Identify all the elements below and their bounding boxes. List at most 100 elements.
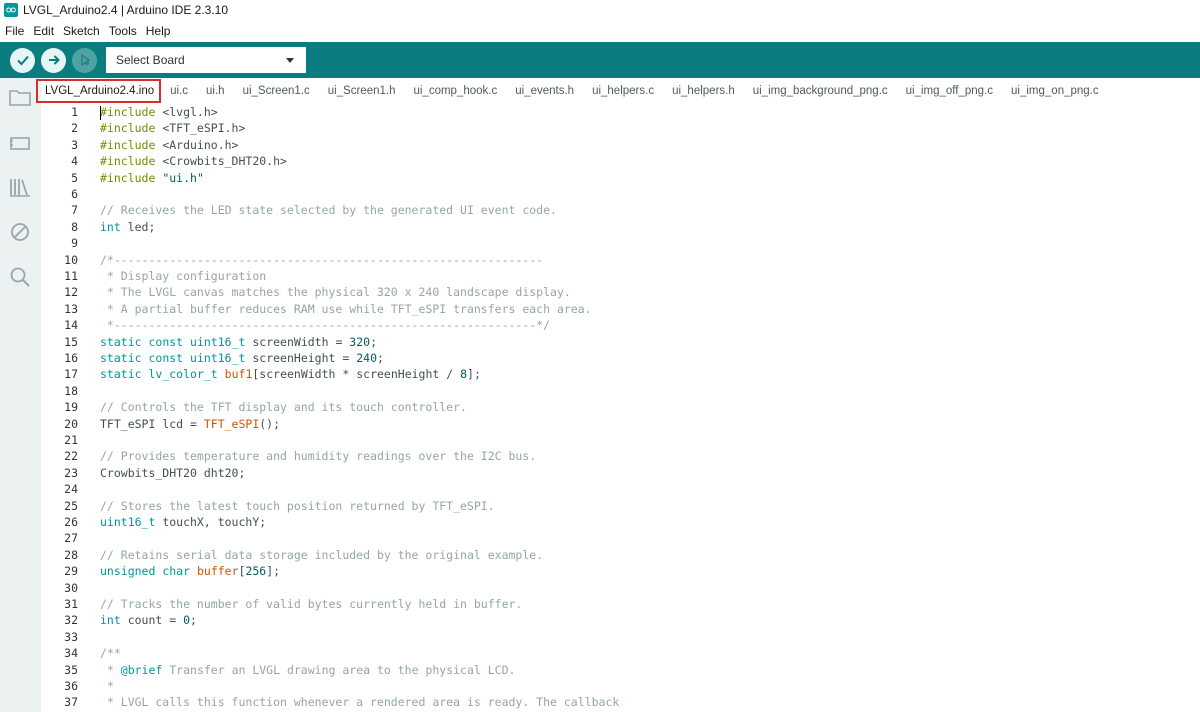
tab-ui-helpers-h[interactable]: ui_helpers.h (663, 78, 744, 104)
upload-button[interactable] (41, 47, 66, 73)
code-line[interactable]: 22 // Provides temperature and humidity r… (41, 449, 1200, 465)
code-text: * (100, 679, 114, 693)
code-line[interactable]: 34 /** (41, 646, 1200, 662)
tab-ui-img-background-png-c[interactable]: ui_img_background_png.c (744, 78, 897, 104)
toolbar: Select Board (0, 42, 1200, 78)
line-number: 25 (64, 498, 78, 513)
code-line[interactable]: 16 static const uint16_t screenHeight = 2… (41, 351, 1200, 367)
tab-ui-img-off-png-c[interactable]: ui_img_off_png.c (897, 78, 1002, 104)
code-line[interactable]: 33 (41, 630, 1200, 646)
code-line[interactable]: 4 #include <Crowbits_DHT20.h> (41, 154, 1200, 170)
board-selector-label: Select Board (116, 53, 185, 67)
line-number: 37 (64, 695, 78, 710)
tab-ui-screen1-h[interactable]: ui_Screen1.h (319, 78, 405, 104)
line-number: 10 (64, 252, 78, 267)
title-bar: LVGL_Arduino2.4 | Arduino IDE 2.3.10 (0, 0, 1200, 20)
code-line[interactable]: 8 int led; (41, 220, 1200, 236)
code-line[interactable]: 27 (41, 531, 1200, 547)
line-number: 13 (64, 301, 78, 316)
code-line[interactable]: 25 // Stores the latest touch position re… (41, 499, 1200, 515)
code-line[interactable]: 6 (41, 187, 1200, 203)
code-line[interactable]: 18 (41, 384, 1200, 400)
debug-button[interactable] (72, 47, 97, 73)
code-line[interactable]: 11 * Display configuration (41, 269, 1200, 285)
code-line[interactable]: 24 (41, 482, 1200, 498)
tab-ui-img-on-png-c[interactable]: ui_img_on_png.c (1002, 78, 1108, 104)
code-line[interactable]: 23 Crowbits_DHT20 dht20; (41, 466, 1200, 482)
code-line[interactable]: 20 TFT_eSPI lcd = TFT_eSPI(); (41, 417, 1200, 433)
code-line[interactable]: 9 (41, 236, 1200, 252)
code-line[interactable]: 5 #include "ui.h" (41, 171, 1200, 187)
menu-file[interactable]: File (5, 24, 24, 38)
tab-lvgl-arduino-ino[interactable]: LVGL_Arduino2.4.ino (36, 79, 162, 103)
code-line[interactable]: 35 * @brief Transfer an LVGL drawing are… (41, 663, 1200, 679)
code-text: * A partial buffer reduces RAM use while… (100, 301, 592, 316)
code-line[interactable]: 36 * (41, 679, 1200, 695)
tab-ui-comp-hook-c[interactable]: ui_comp_hook.c (404, 78, 506, 104)
line-number: 5 (71, 170, 78, 185)
tab-ui-screen1-c[interactable]: ui_Screen1.c (234, 78, 319, 104)
code-line[interactable]: 29 unsigned char buffer[256]; (41, 564, 1200, 580)
code-line[interactable]: 17 static lv_color_t buf1[screenWidth * s… (41, 367, 1200, 383)
code-line[interactable]: 3 #include <Arduino.h> (41, 138, 1200, 154)
block-icon[interactable] (9, 221, 31, 243)
code-text: // Retains serial data storage included … (100, 547, 544, 562)
code-text: // Provides temperature and humidity rea… (100, 449, 537, 464)
menu-bar: File Edit Sketch Tools Help (0, 20, 1200, 42)
code-text: * Display configuration (100, 269, 267, 283)
code-line[interactable]: 12 * The LVGL canvas matches the physica… (41, 285, 1200, 301)
code-text: * @brief Transfer an LVGL drawing area t… (100, 662, 516, 677)
arrow-right-icon (48, 55, 60, 65)
code-line[interactable]: 13 * A partial buffer reduces RAM use wh… (41, 302, 1200, 318)
code-text: static lv_color_t buf1[screenWidth * scr… (100, 367, 481, 382)
board-icon[interactable] (9, 132, 31, 154)
search-icon[interactable] (9, 266, 31, 288)
line-number: 15 (64, 334, 78, 349)
code-text: #include <lvgl.h> (100, 105, 218, 119)
code-line[interactable]: 2 #include <TFT_eSPI.h> (41, 121, 1200, 137)
line-number: 12 (64, 285, 78, 300)
code-line[interactable]: 1 #include <lvgl.h> (41, 105, 1200, 121)
code-text: TFT_eSPI lcd = TFT_eSPI(); (100, 416, 281, 431)
menu-tools[interactable]: Tools (109, 24, 137, 38)
code-line[interactable]: 26 uint16_t touchX, touchY; (41, 515, 1200, 531)
code-line[interactable]: 31 // Tracks the number of valid bytes cu… (41, 597, 1200, 613)
line-number: 8 (71, 219, 78, 234)
code-text: #include <TFT_eSPI.h> (100, 121, 246, 136)
line-number: 36 (64, 679, 78, 693)
window-title: LVGL_Arduino2.4 | Arduino IDE 2.3.10 (23, 3, 229, 17)
line-number: 24 (64, 482, 78, 497)
line-number: 17 (64, 367, 78, 382)
tab-ui-h[interactable]: ui.h (197, 78, 234, 104)
code-line[interactable]: 28 // Retains serial data storage include… (41, 548, 1200, 564)
folder-icon[interactable] (9, 86, 31, 108)
tab-ui-c[interactable]: ui.c (161, 78, 197, 104)
line-number: 34 (64, 646, 78, 661)
code-line[interactable]: 19 // Controls the TFT display and its to… (41, 400, 1200, 416)
menu-help[interactable]: Help (146, 24, 171, 38)
menu-edit[interactable]: Edit (33, 24, 54, 38)
code-text: #include "ui.h" (100, 170, 204, 185)
code-text: // Tracks the number of valid bytes curr… (100, 597, 523, 611)
code-text: #include <Crowbits_DHT20.h> (100, 154, 287, 169)
verify-button[interactable] (10, 47, 35, 73)
code-editor[interactable]: 1 #include <lvgl.h> 2 #include <TFT_eSPI.h>… (41, 104, 1200, 712)
code-line[interactable]: 37 * LVGL calls this function whenever a… (41, 695, 1200, 711)
menu-sketch[interactable]: Sketch (63, 24, 100, 38)
code-line[interactable]: 32 int count = 0; (41, 613, 1200, 629)
tab-ui-helpers-c[interactable]: ui_helpers.c (583, 78, 663, 104)
code-line[interactable]: 15 static const uint16_t screenWidth = 32… (41, 335, 1200, 351)
code-line[interactable]: 10 /*------------------------------------… (41, 253, 1200, 269)
text-cursor (100, 106, 101, 120)
tab-ui-events-h[interactable]: ui_events.h (506, 78, 583, 104)
code-line[interactable]: 14 *------------------------------------… (41, 318, 1200, 334)
board-selector[interactable]: Select Board (106, 47, 306, 73)
code-line[interactable]: 30 (41, 581, 1200, 597)
file-tabs: LVGL_Arduino2.4.ino ui.c ui.h ui_Screen1… (36, 78, 1200, 104)
library-icon[interactable] (9, 176, 31, 198)
line-number: 27 (64, 531, 78, 546)
line-number: 23 (64, 465, 78, 480)
code-line[interactable]: 7 // Receives the LED state selected by t… (41, 203, 1200, 219)
arduino-logo-icon (4, 3, 18, 17)
code-line[interactable]: 21 (41, 433, 1200, 449)
